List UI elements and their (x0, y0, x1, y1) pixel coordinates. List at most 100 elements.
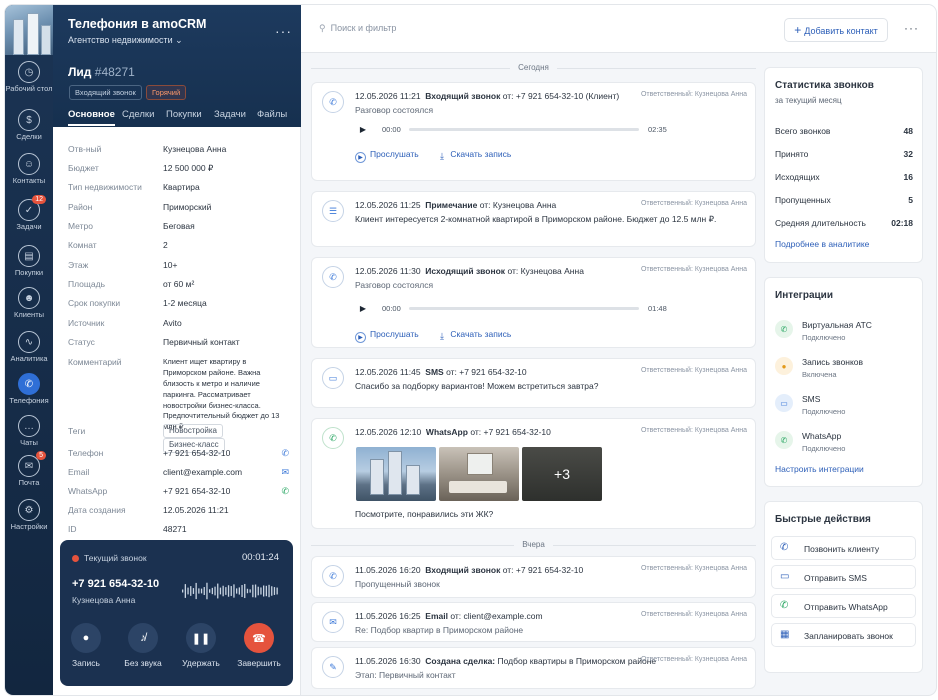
hold-button[interactable]: ❚❚ Удержать (177, 623, 225, 668)
field-value: 48271 (163, 524, 187, 534)
nav-item-7[interactable]: ✆ Телефония (5, 373, 53, 406)
player-progress-bar[interactable] (409, 307, 639, 310)
waveform-bar (222, 585, 224, 597)
photo-apartment-interior[interactable] (439, 447, 519, 501)
waveform-bar (225, 587, 227, 595)
nav-item-label: Сделки (16, 132, 42, 141)
listen-link[interactable]: ▶ Прослушать (355, 329, 419, 343)
field-value[interactable]: client@example.com (163, 467, 288, 478)
item-title: SMS (425, 367, 444, 377)
field-value: Квартира (163, 182, 200, 192)
field-value[interactable]: +7 921 654-32-10 (163, 448, 288, 459)
tag-hot[interactable]: Горячий (146, 85, 187, 100)
nav-item-1[interactable]: $ Сделки (5, 109, 53, 142)
waveform-bar (209, 589, 211, 593)
whatsapp-icon[interactable]: ✆ (281, 486, 289, 497)
feed-item-incoming-call[interactable]: ✆ 12.05.2026 11:21 Входящий звонок от: +… (311, 82, 756, 181)
nav-item-3[interactable]: ✓ 12 Задачи (5, 195, 53, 232)
send-sms-button[interactable]: ▭ Отправить SMS (771, 565, 916, 589)
tab-purchases[interactable]: Покупки (166, 109, 202, 124)
play-icon[interactable]: ▶ (355, 121, 371, 137)
agency-logo-image[interactable] (5, 5, 53, 55)
lead-panel: Телефония в amoCRM Агентство недвижимост… (53, 5, 301, 695)
more-icon[interactable]: ··· (275, 23, 292, 39)
configure-integrations-link[interactable]: Настроить интеграции (775, 464, 864, 474)
download-label: Скачать запись (450, 329, 512, 339)
main-navigation: ◷ Рабочий стол $ Сделки ☺ Контакты ✓ 12 Задачи ▤ П… (5, 5, 53, 695)
mail-icon: ✉ 5 (18, 451, 46, 477)
settings-icon: ⚙ (18, 499, 40, 521)
field-value: 2 (163, 240, 168, 250)
player-progress-bar[interactable] (409, 128, 639, 131)
quick-actions-panel: Быстрые действия ✆ Позвонить клиенту ▭ Отп… (764, 501, 923, 673)
photo-more[interactable]: +3 (522, 447, 602, 501)
analytics-link[interactable]: Подробнее в аналитике (775, 239, 869, 249)
nav-item-9[interactable]: ✉ 5 Почта (5, 451, 53, 488)
call-stats-panel: Статистика звонков за текущий месяц Всег… (764, 67, 923, 263)
field-label: Этаж (68, 260, 89, 270)
field-label: Комментарий (68, 357, 122, 367)
waveform-bar (219, 587, 222, 595)
date-divider-yesterday: Вчера (311, 538, 756, 552)
tab-files[interactable]: Файлы (257, 109, 287, 124)
play-circle-icon: ▶ (355, 332, 366, 343)
download-link[interactable]: ⤓ Скачать запись (440, 329, 511, 342)
download-link[interactable]: ⤓ Скачать запись (440, 149, 511, 162)
nav-item-6[interactable]: ∿ Аналитика (5, 331, 53, 364)
nav-item-label: Почта (18, 478, 40, 487)
waveform-bar (249, 589, 251, 593)
feed-item-header: 12.05.2026 11:30 Исходящий звонок от: Ку… (355, 266, 584, 276)
schedule-call-label: Запланировать звонок (804, 631, 893, 641)
item-from: от: (446, 367, 457, 377)
photo-building-exterior[interactable] (356, 447, 436, 501)
send-whatsapp-button[interactable]: ✆ Отправить WhatsApp (771, 594, 916, 618)
field-value[interactable]: +7 921 654-32-10 (163, 486, 288, 497)
phone-icon[interactable]: ✆ (281, 448, 289, 459)
record-button[interactable]: ● Запись (62, 623, 110, 668)
stat-label: Пропущенных (775, 195, 831, 205)
feed-item-outgoing-call[interactable]: ✆ 12.05.2026 11:30 Исходящий звонок от: … (311, 257, 756, 348)
field-label: Теги (68, 426, 86, 436)
account-switcher[interactable]: Агентство недвижимости ⌄ (68, 35, 183, 46)
item-time: 12.05.2026 11:25 (355, 200, 421, 210)
nav-item-8[interactable]: … Чаты (5, 415, 53, 448)
call-client-button[interactable]: ✆ Позвонить клиенту (771, 536, 916, 560)
feed-item-sms[interactable]: ▭ 12.05.2026 11:45 SMS от: +7 921 654-32… (311, 358, 756, 408)
mute-label: Без звука (124, 658, 162, 668)
listen-link[interactable]: ▶ Прослушать (355, 149, 419, 163)
tab-deals[interactable]: Сделки (122, 109, 154, 124)
item-responsible: Ответственный: Кузнецова Анна (640, 427, 747, 434)
mute-button[interactable]: ♪̸ Без звука (119, 623, 167, 668)
player-position: 00:00 (382, 125, 401, 134)
item-title: Примечание (425, 200, 478, 210)
play-icon[interactable]: ▶ (355, 300, 371, 316)
waveform-bar (195, 582, 197, 600)
nav-item-5[interactable]: ☻ Клиенты (5, 287, 53, 320)
item-text: Клиент интересуется 2-комнатной квартиро… (355, 214, 717, 224)
photo-more-count: +3 (554, 466, 570, 482)
nav-item-10[interactable]: ⚙ Настройки (5, 499, 53, 532)
add-contact-label: Добавить контакт (804, 26, 878, 36)
tab-tasks[interactable]: Задачи (214, 109, 246, 124)
integration-status: Подключено (802, 333, 846, 342)
feed-item-deal-created[interactable]: ✎ 11.05.2026 16:30 Создана сделка: Подбо… (311, 647, 756, 689)
stat-label: Исходящих (775, 172, 820, 182)
end-call-button[interactable]: ☎ Завершить (235, 623, 283, 668)
tag-incoming-call[interactable]: Входящий звонок (69, 85, 142, 100)
feed-item-missed-call[interactable]: ✆ 11.05.2026 16:20 Входящий звонок от: +… (311, 556, 756, 598)
schedule-call-button[interactable]: ▦ Запланировать звонок (771, 623, 916, 647)
tag-chip[interactable]: Новостройка (163, 424, 223, 439)
feed-item-whatsapp[interactable]: ✆ 12.05.2026 12:10 WhatsApp от: +7 921 6… (311, 418, 756, 529)
mail-icon[interactable]: ✉ (281, 467, 289, 478)
add-contact-button[interactable]: + Добавить контакт (784, 18, 888, 42)
nav-item-0[interactable]: ◷ Рабочий стол (5, 61, 53, 94)
download-label: Скачать запись (450, 149, 512, 159)
download-icon: ⤓ (440, 331, 444, 341)
nav-item-2[interactable]: ☺ Контакты (5, 153, 53, 186)
feed-item-email[interactable]: ✉ 11.05.2026 16:25 Email от: client@exam… (311, 602, 756, 642)
feed-item-note[interactable]: ☰ 12.05.2026 11:25 Примечание от: Кузнец… (311, 191, 756, 247)
tab-main[interactable]: Основное (68, 109, 115, 126)
lead-label: Лид (68, 65, 92, 79)
more-icon[interactable]: ··· (904, 21, 919, 35)
nav-item-4[interactable]: ▤ Покупки (5, 245, 53, 278)
